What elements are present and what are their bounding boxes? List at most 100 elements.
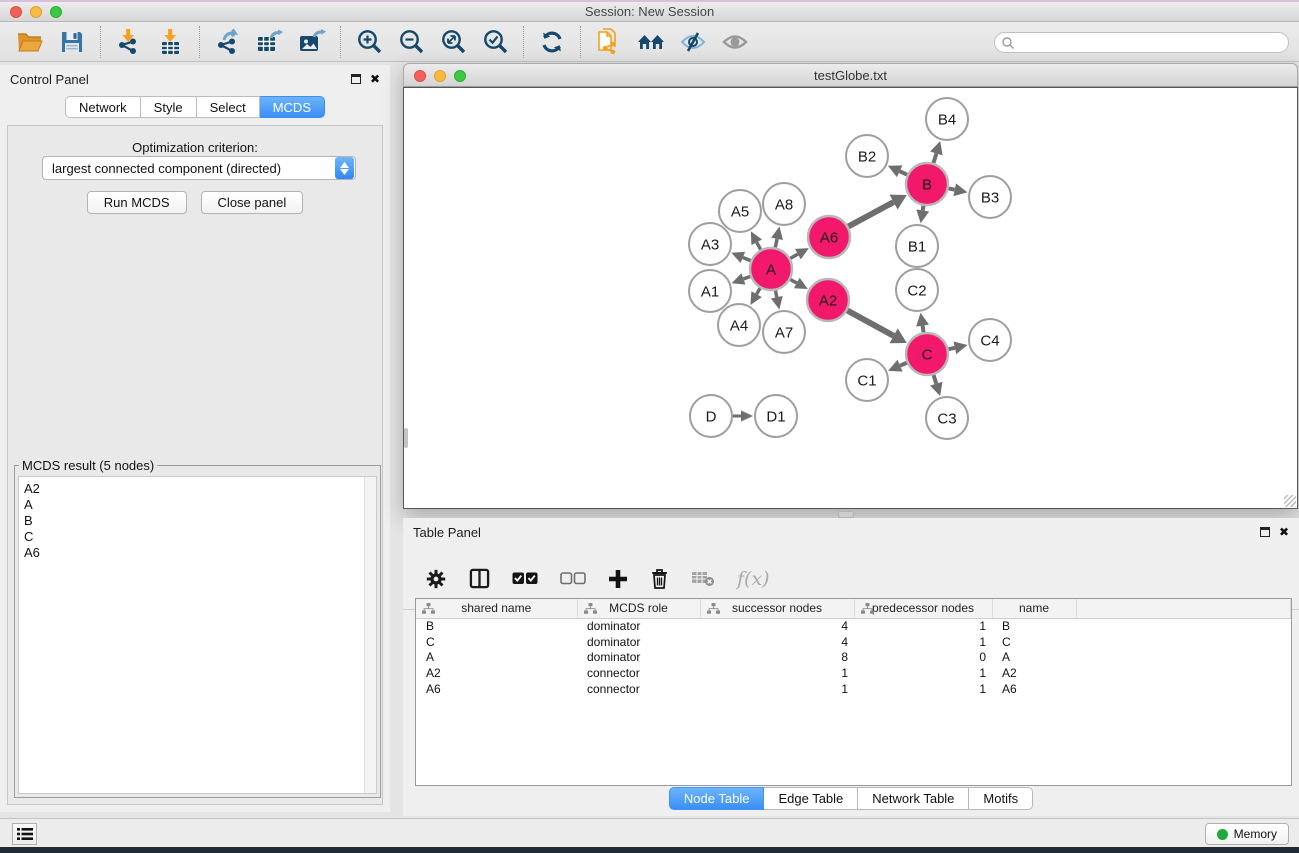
- edge-A2-C[interactable]: [847, 311, 906, 344]
- column-header-successor-nodes[interactable]: successor nodes: [700, 599, 854, 618]
- node-c4[interactable]: C4: [969, 319, 1011, 361]
- edge-B-B3[interactable]: [949, 183, 968, 196]
- canvas-scrollbar-thumb[interactable]: [404, 428, 408, 448]
- run-mcds-button[interactable]: Run MCDS: [87, 191, 187, 214]
- node-a8[interactable]: A8: [763, 183, 805, 225]
- refresh-button[interactable]: [534, 25, 570, 59]
- panel-split-handle[interactable]: [838, 511, 854, 518]
- node-c[interactable]: C: [906, 333, 948, 375]
- column-header-name[interactable]: name: [992, 599, 1076, 618]
- edge-A-A4[interactable]: [750, 288, 761, 305]
- edge-A-A3[interactable]: [731, 252, 750, 263]
- zoom-selected-button[interactable]: [477, 25, 513, 59]
- edge-A-A7[interactable]: [771, 291, 783, 310]
- export-image-button[interactable]: [294, 25, 330, 59]
- unselect-all-columns-button[interactable]: [560, 572, 586, 585]
- new-network-from-file-button[interactable]: [591, 25, 627, 59]
- edge-A-A1[interactable]: [732, 273, 751, 284]
- criterion-select[interactable]: largest connected component (directed): [42, 156, 356, 180]
- node-a7[interactable]: A7: [763, 311, 805, 353]
- node-a2[interactable]: A2: [807, 279, 849, 321]
- table-row[interactable]: A2connector11A2: [416, 665, 1291, 681]
- zoom-window-button[interactable]: [50, 6, 62, 18]
- node-table[interactable]: shared nameMCDS rolesuccessor nodesprede…: [415, 598, 1292, 786]
- edge-B-B2[interactable]: [888, 165, 907, 177]
- edge-A-A2[interactable]: [790, 278, 807, 289]
- network-minimize-button[interactable]: [434, 70, 446, 82]
- show-panels-button[interactable]: [12, 823, 37, 845]
- node-d[interactable]: D: [690, 395, 732, 437]
- tab-style[interactable]: Style: [141, 96, 197, 118]
- close-panel-button[interactable]: Close panel: [201, 191, 304, 214]
- node-c1[interactable]: C1: [846, 359, 888, 401]
- delete-columns-button[interactable]: [650, 568, 669, 589]
- tab-edge-table[interactable]: Edge Table: [764, 787, 858, 810]
- node-b2[interactable]: B2: [846, 135, 888, 177]
- home-button[interactable]: [633, 25, 669, 59]
- node-a1[interactable]: A1: [689, 270, 731, 312]
- network-close-button[interactable]: [414, 70, 426, 82]
- edge-C-C3[interactable]: [930, 375, 942, 396]
- column-header-predecessor-nodes[interactable]: predecessor nodes: [854, 599, 992, 618]
- edge-A6-B[interactable]: [848, 195, 906, 227]
- export-network-button[interactable]: [210, 25, 246, 59]
- memory-button[interactable]: Memory: [1205, 823, 1289, 845]
- node-a5[interactable]: A5: [719, 190, 761, 232]
- edge-B-B4[interactable]: [930, 141, 942, 163]
- save-session-button[interactable]: [54, 25, 90, 59]
- table-row[interactable]: Adominator80A: [416, 650, 1291, 666]
- edge-C-C2[interactable]: [916, 313, 929, 333]
- close-panel-icon[interactable]: ✖: [370, 74, 380, 84]
- table-row[interactable]: A6connector11A6: [416, 681, 1291, 697]
- function-builder-button[interactable]: f(x): [737, 568, 770, 590]
- result-item-a[interactable]: A: [24, 497, 376, 513]
- close-table-panel-icon[interactable]: ✖: [1279, 527, 1289, 537]
- node-c2[interactable]: C2: [896, 269, 938, 311]
- delete-table-button[interactable]: [691, 570, 715, 587]
- table-settings-button[interactable]: [425, 568, 447, 590]
- zoom-in-button[interactable]: [351, 25, 387, 59]
- import-network-button[interactable]: [111, 25, 147, 59]
- result-item-b[interactable]: B: [24, 513, 376, 529]
- edge-C-C4[interactable]: [948, 341, 967, 354]
- export-table-button[interactable]: [252, 25, 288, 59]
- zoom-out-button[interactable]: [393, 25, 429, 59]
- float-table-panel-icon[interactable]: [1260, 527, 1270, 537]
- node-c3[interactable]: C3: [926, 397, 968, 439]
- tab-select[interactable]: Select: [197, 96, 260, 118]
- node-a3[interactable]: A3: [689, 223, 731, 265]
- mcds-result-list[interactable]: A2ABCA6: [18, 476, 377, 794]
- hide-graphics-details-button[interactable]: [675, 25, 711, 59]
- show-columns-button[interactable]: [469, 568, 490, 589]
- tab-motifs[interactable]: Motifs: [969, 787, 1033, 810]
- node-a4[interactable]: A4: [718, 304, 760, 346]
- tab-mcds[interactable]: MCDS: [260, 96, 325, 118]
- float-panel-icon[interactable]: [351, 74, 361, 84]
- result-scrollbar[interactable]: [364, 477, 376, 793]
- search-input[interactable]: [1015, 34, 1288, 51]
- column-header-mcds-role[interactable]: MCDS role: [577, 599, 700, 618]
- node-b4[interactable]: B4: [926, 98, 968, 140]
- table-row[interactable]: Bdominator41B: [416, 618, 1291, 634]
- edge-A-A8[interactable]: [771, 227, 783, 248]
- node-d1[interactable]: D1: [755, 395, 797, 437]
- node-a[interactable]: A: [750, 248, 792, 290]
- edge-A-A5[interactable]: [751, 231, 762, 249]
- column-header-shared-name[interactable]: shared name: [416, 599, 577, 618]
- network-canvas[interactable]: B4B2BB3A5A8A6A3B1AA1C2A2A4A7C4CC1DD1C3: [403, 87, 1298, 509]
- result-item-c[interactable]: C: [24, 529, 376, 545]
- import-table-button[interactable]: [153, 25, 189, 59]
- table-row[interactable]: Cdominator41C: [416, 634, 1291, 650]
- tab-node-table[interactable]: Node Table: [669, 787, 765, 810]
- zoom-fit-button[interactable]: [435, 25, 471, 59]
- tab-network-table[interactable]: Network Table: [858, 787, 969, 810]
- result-item-a2[interactable]: A2: [24, 481, 376, 497]
- edge-A-A6[interactable]: [790, 248, 809, 259]
- edge-C-C1[interactable]: [888, 360, 907, 372]
- open-file-button[interactable]: [12, 25, 48, 59]
- node-b1[interactable]: B1: [896, 225, 938, 267]
- close-window-button[interactable]: [10, 6, 22, 18]
- result-item-a6[interactable]: A6: [24, 545, 376, 561]
- tab-network[interactable]: Network: [65, 96, 141, 118]
- node-a6[interactable]: A6: [808, 216, 850, 258]
